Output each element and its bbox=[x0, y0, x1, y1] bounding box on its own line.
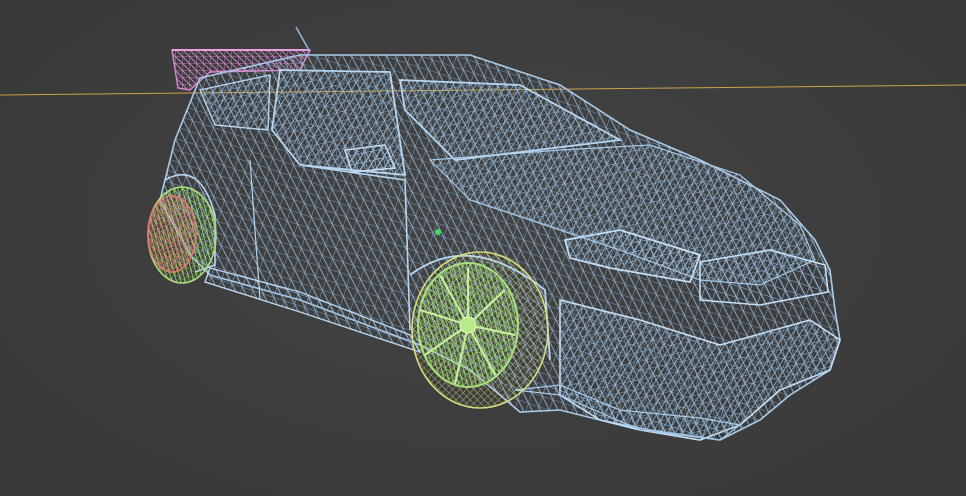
3d-viewport[interactable] bbox=[0, 0, 966, 496]
front-wheel[interactable] bbox=[411, 251, 549, 409]
antenna bbox=[295, 26, 311, 53]
rear-wheel[interactable] bbox=[147, 186, 217, 284]
wireframe-scene[interactable] bbox=[0, 0, 966, 496]
object-origin-dot[interactable] bbox=[435, 229, 441, 235]
